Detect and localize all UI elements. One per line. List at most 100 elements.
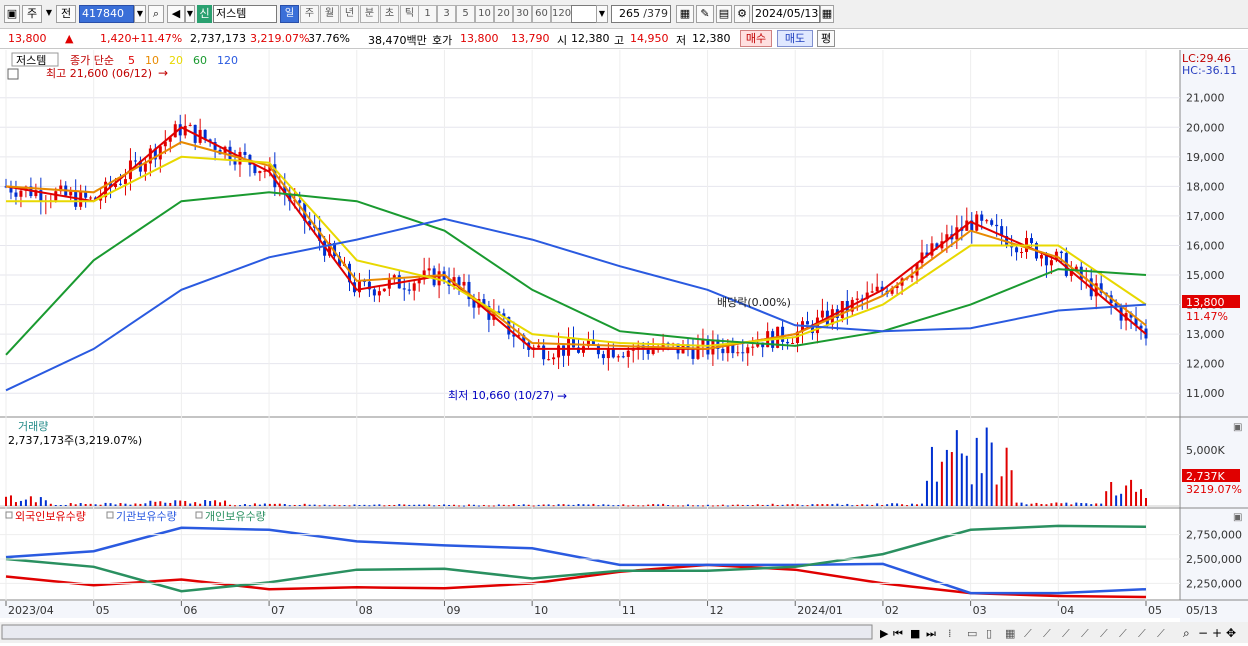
quote-infobar: 13,800 ▲ 1,420 +11.47% 2,737,173 3,219.0…	[0, 29, 1248, 49]
speaker-icon[interactable]: ◀	[167, 5, 185, 23]
code-dropdown-icon[interactable]: ▼	[134, 5, 146, 23]
volume-bar	[622, 504, 625, 506]
interval-button-20[interactable]: 20	[494, 5, 513, 23]
drawing-tool-icon[interactable]: ▯	[986, 627, 992, 640]
volume-bar	[846, 503, 849, 506]
volume-bar	[677, 505, 680, 507]
stock-name-field[interactable]: 저스템	[213, 5, 277, 23]
volume-bar	[612, 505, 615, 507]
count-field[interactable]: 265 /379	[611, 5, 671, 23]
volume-bar	[881, 505, 884, 507]
drawing-tool-icon[interactable]: ⟋	[1138, 627, 1146, 640]
volume-bar	[34, 502, 37, 506]
volume-bar	[378, 504, 381, 506]
interval-button-30[interactable]: 30	[513, 5, 532, 23]
volume-bar	[204, 500, 207, 506]
volume-bar	[826, 504, 829, 506]
period-tab-0[interactable]: 일	[280, 5, 299, 23]
candle-body	[751, 346, 755, 348]
range-dropdown-icon[interactable]: ▼	[596, 5, 608, 23]
date-field[interactable]: 2024/05/13	[752, 5, 820, 23]
drawing-tool-icon[interactable]: ⟋	[1157, 627, 1165, 640]
volume-bar	[482, 504, 485, 506]
period-tab-4[interactable]: 분	[360, 5, 379, 23]
buy-button[interactable]: 매수	[740, 30, 772, 47]
volume-bar	[114, 504, 117, 506]
zoom-icon[interactable]: ⌕	[1183, 626, 1190, 640]
drawing-tool-icon[interactable]: ⟋	[1062, 627, 1070, 640]
avg-button[interactable]: 평	[817, 30, 835, 47]
volume-bar	[144, 503, 147, 506]
volume-bar	[477, 505, 480, 507]
period-tab-2[interactable]: 월	[320, 5, 339, 23]
prev-button[interactable]: 전	[56, 5, 76, 23]
rewind-icon[interactable]: ⏮	[893, 627, 903, 640]
volume-bar	[273, 503, 276, 506]
period-tab-3[interactable]: 년	[340, 5, 359, 23]
drawing-tool-icon[interactable]: ▭	[967, 627, 977, 640]
period-tab-5[interactable]: 초	[380, 5, 399, 23]
stop-icon[interactable]: ■	[910, 627, 920, 640]
window-icon[interactable]: ▣	[4, 5, 20, 23]
save-icon[interactable]: ▤	[716, 5, 732, 23]
interval-button-120[interactable]: 120	[551, 5, 572, 23]
volume-bar	[69, 503, 72, 506]
move-icon[interactable]: ✥	[1226, 626, 1236, 640]
mode-select[interactable]: 주	[22, 5, 42, 23]
drawing-tool-icon[interactable]: ⟋	[1119, 627, 1127, 640]
mode-dropdown-icon[interactable]: ▼	[44, 5, 54, 23]
interval-button-5[interactable]: 5	[456, 5, 475, 23]
price-change-pct: +11.47%	[131, 32, 183, 45]
volume-bar	[657, 504, 660, 506]
volume-bar	[587, 504, 590, 506]
candle-body	[377, 291, 381, 296]
draw-icon[interactable]: ✎	[696, 5, 714, 23]
volume-bar	[149, 500, 152, 506]
volume-bar	[398, 504, 401, 506]
volume-bar	[209, 501, 212, 506]
scroll-right-icon[interactable]: ▶	[880, 627, 889, 640]
fast-forward-icon[interactable]: ⏭	[926, 627, 936, 640]
stock-chart[interactable]: 저스템 종가 단순 5 10 20 60 120 최고 21,600 (06/12) →…	[0, 50, 1248, 643]
drawing-tool-icon[interactable]: ⟋	[1043, 627, 1051, 640]
volume-bar	[313, 504, 316, 506]
volume-bar	[577, 504, 580, 506]
stock-code-input[interactable]: 417840	[79, 5, 134, 23]
drawing-tool-icon[interactable]: ⟋	[1100, 627, 1108, 640]
volume-bar	[687, 504, 690, 506]
gear-icon[interactable]: ⚙	[734, 5, 750, 23]
zoom-out-icon[interactable]: −	[1198, 626, 1208, 640]
period-tab-6[interactable]: 틱	[400, 5, 419, 23]
drawing-tool-icon[interactable]: ⁞	[948, 627, 952, 640]
volume-bar	[706, 504, 709, 506]
speaker-dropdown-icon[interactable]: ▼	[185, 5, 195, 23]
candle-body	[1059, 251, 1063, 254]
drawing-tool-icon[interactable]: ▦	[1005, 627, 1015, 640]
drawing-tool-icon[interactable]: ⟋	[1081, 627, 1089, 640]
badge-label: 신	[199, 7, 210, 20]
volume-close-icon[interactable]: ▣	[1233, 422, 1242, 433]
volume-bar	[1115, 495, 1118, 506]
interval-button-3[interactable]: 3	[437, 5, 456, 23]
search-icon[interactable]: ⌕	[148, 5, 164, 23]
interval-button-1[interactable]: 1	[418, 5, 437, 23]
volume-bar	[652, 504, 655, 506]
x-axis-label: 03	[973, 604, 987, 617]
interval-button-60[interactable]: 60	[532, 5, 551, 23]
drawing-tool-icon[interactable]: ⟋	[1024, 627, 1032, 640]
chart-area[interactable]: 저스템 종가 단순 5 10 20 60 120 최고 21,600 (06/12) →…	[0, 50, 1248, 643]
interval-button-10[interactable]: 10	[475, 5, 494, 23]
volume-bar	[453, 504, 456, 506]
candle-body	[616, 356, 620, 358]
candle-body	[372, 289, 376, 296]
period-tab-1[interactable]: 주	[300, 5, 319, 23]
volume-bar	[930, 446, 933, 506]
grid-icon[interactable]: ▦	[676, 5, 694, 23]
scroll-thumb[interactable]	[1, 624, 873, 640]
sell-button[interactable]: 매도	[777, 30, 813, 47]
holding-close-icon[interactable]: ▣	[1233, 512, 1242, 523]
zoom-in-icon[interactable]: +	[1212, 626, 1222, 640]
volume-bar	[338, 505, 341, 507]
volume-bar	[318, 505, 321, 507]
calendar-icon[interactable]: ▦	[820, 5, 834, 23]
